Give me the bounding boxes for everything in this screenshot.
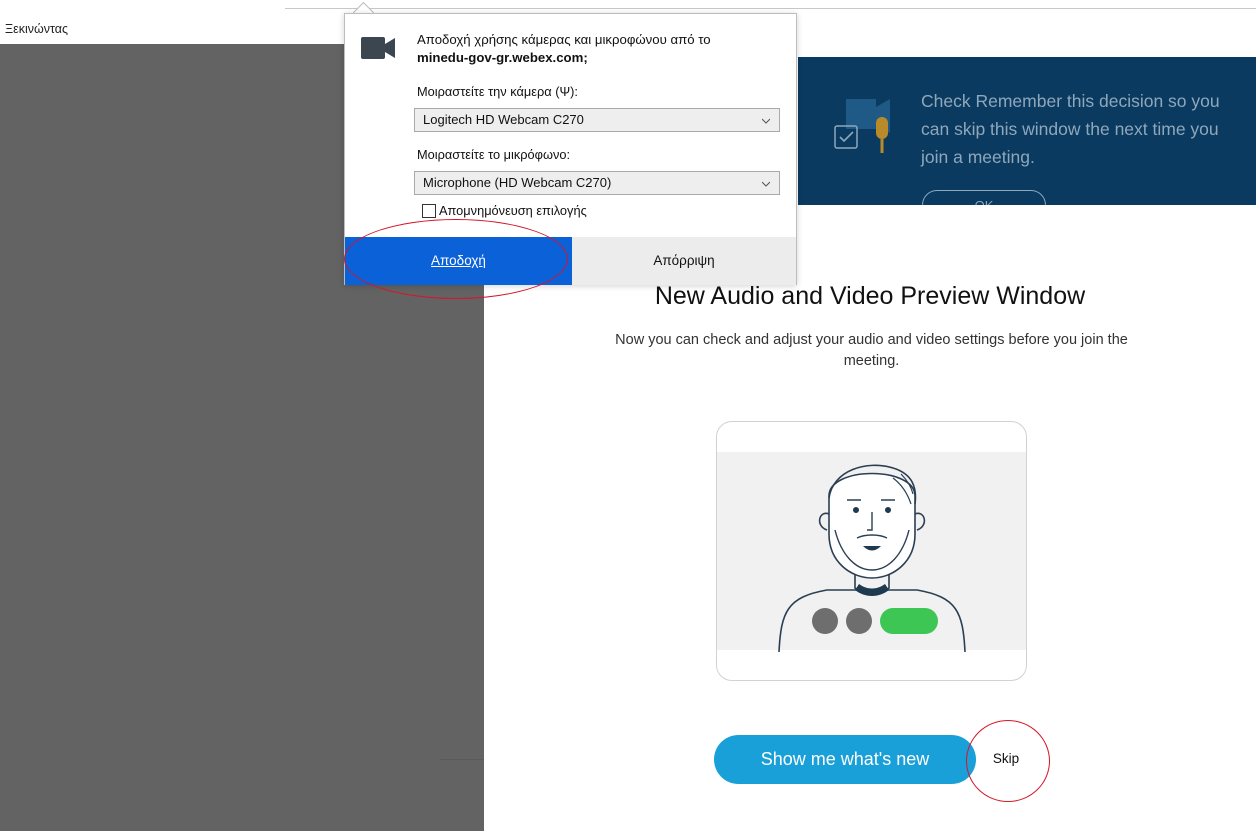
pane-seam bbox=[440, 759, 484, 760]
permission-domain: minedu-gov-gr.webex.com; bbox=[417, 50, 588, 65]
remember-checkbox[interactable] bbox=[422, 204, 436, 218]
coach-tooltip-text: Check Remember this decision so you can … bbox=[921, 91, 1220, 167]
preview-title: New Audio and Video Preview Window bbox=[654, 282, 1086, 310]
coach-ok-button[interactable]: OK bbox=[922, 190, 1046, 205]
remember-label[interactable]: Απομνημόνευση επιλογής bbox=[439, 203, 587, 218]
camera-mic-checkbox-icon bbox=[834, 99, 890, 153]
preview-subtitle: Now you can check and adjust your audio … bbox=[615, 332, 1128, 369]
accept-button[interactable]: Αποδοχή bbox=[345, 237, 572, 285]
permission-message-text: Αποδοχή χρήσης κάμερας και μικροφώνου απ… bbox=[417, 32, 711, 47]
camera-label: Μοιραστείτε την κάμερα (Ψ): bbox=[417, 84, 578, 99]
chevron-down-icon bbox=[762, 181, 770, 187]
camera-select-value: Logitech HD Webcam C270 bbox=[423, 112, 584, 127]
avatar-illustration-icon bbox=[778, 464, 966, 653]
top-divider bbox=[285, 8, 1256, 9]
mic-select[interactable]: Microphone (HD Webcam C270) bbox=[414, 171, 780, 195]
permission-message: Αποδοχή χρήσης κάμερας και μικροφώνου απ… bbox=[417, 31, 777, 67]
coach-tooltip: Check Remember this decision so you can … bbox=[798, 57, 1256, 205]
skip-button[interactable]: Skip bbox=[984, 747, 1028, 771]
preview-illustration-card bbox=[716, 421, 1027, 681]
video-camera-icon bbox=[361, 37, 395, 59]
show-whats-new-button[interactable]: Show me what's new bbox=[714, 735, 976, 784]
mic-label: Μοιραστείτε το μικρόφωνο: bbox=[417, 147, 571, 162]
tab-title[interactable]: Ξεκινώντας bbox=[5, 22, 68, 36]
camera-permission-dialog: Αποδοχή χρήσης κάμερας και μικροφώνου απ… bbox=[344, 13, 797, 285]
camera-select[interactable]: Logitech HD Webcam C270 bbox=[414, 108, 780, 132]
reject-button[interactable]: Απόρριψη bbox=[572, 237, 796, 285]
mic-select-value: Microphone (HD Webcam C270) bbox=[423, 175, 612, 190]
chevron-down-icon bbox=[762, 118, 770, 124]
